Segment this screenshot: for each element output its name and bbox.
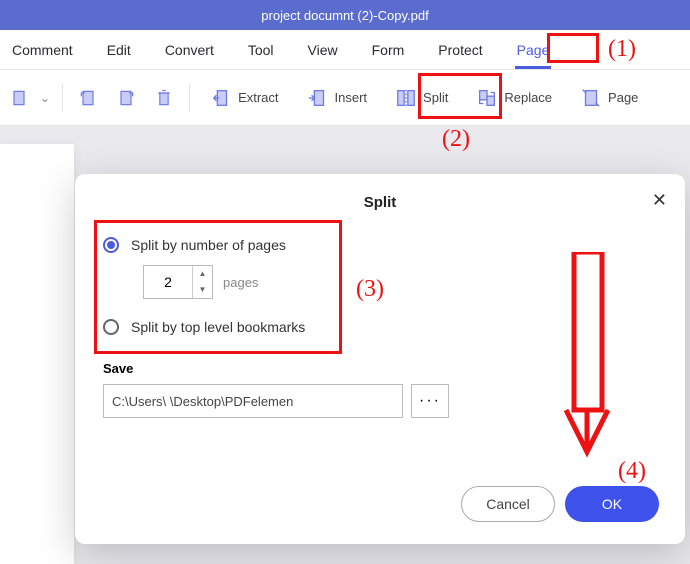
split-label: Split [423, 90, 448, 105]
window-titlebar: project documnt (2)-Copy.pdf [0, 0, 690, 30]
browse-button[interactable]: ··· [411, 384, 449, 418]
split-icon [395, 87, 417, 109]
tab-tool[interactable]: Tool [246, 32, 276, 68]
page-size-button[interactable]: Page [572, 81, 646, 115]
page-toolbar: ⌄ Extract Insert Split Replace [0, 70, 690, 126]
stepper-down[interactable]: ▼ [193, 282, 212, 298]
extract-icon [210, 87, 232, 109]
split-dialog: Split ✕ Split by number of pages 2 ▲ ▼ p… [75, 174, 685, 544]
stepper-up[interactable]: ▲ [193, 266, 212, 282]
ok-button[interactable]: OK [565, 486, 659, 522]
tab-form[interactable]: Form [370, 32, 407, 68]
tab-page[interactable]: Page [515, 32, 552, 68]
rotate-left-button[interactable] [75, 85, 101, 111]
cancel-button[interactable]: Cancel [461, 486, 555, 522]
tab-protect[interactable]: Protect [436, 32, 484, 68]
delete-page-button[interactable] [151, 85, 177, 111]
save-section-label: Save [103, 361, 657, 376]
tab-comment[interactable]: Comment [10, 32, 75, 68]
page-size-icon [580, 87, 602, 109]
chevron-down-icon[interactable]: ⌄ [40, 91, 50, 105]
option-split-by-pages[interactable]: Split by number of pages [103, 237, 657, 253]
save-path-field[interactable]: C:\Users\ \Desktop\PDFelemen [103, 384, 403, 418]
page-size-label: Page [608, 90, 638, 105]
page-preview [0, 144, 74, 564]
option-split-by-bookmarks-label: Split by top level bookmarks [131, 319, 305, 335]
replace-button[interactable]: Replace [468, 81, 560, 115]
insert-button[interactable]: Insert [299, 81, 376, 115]
replace-label: Replace [504, 90, 552, 105]
tab-edit[interactable]: Edit [105, 32, 133, 68]
separator [189, 84, 190, 112]
split-button[interactable]: Split [387, 81, 456, 115]
option-split-by-pages-label: Split by number of pages [131, 237, 286, 253]
close-button[interactable]: ✕ [652, 190, 667, 211]
extract-button[interactable]: Extract [202, 81, 286, 115]
extract-label: Extract [238, 90, 278, 105]
ribbon-tabs: Comment Edit Convert Tool View Form Prot… [0, 30, 690, 70]
separator [62, 84, 63, 112]
insert-label: Insert [335, 90, 368, 105]
radio-selected-icon [103, 237, 119, 253]
pages-count-value: 2 [144, 274, 192, 290]
pages-count-stepper[interactable]: 2 ▲ ▼ [143, 265, 213, 299]
insert-icon [307, 87, 329, 109]
rotate-right-button[interactable] [113, 85, 139, 111]
document-title: project documnt (2)-Copy.pdf [261, 8, 428, 23]
tab-view[interactable]: View [306, 32, 340, 68]
replace-icon [476, 87, 498, 109]
dialog-title: Split [103, 194, 657, 211]
radio-unselected-icon [103, 319, 119, 335]
pages-unit-label: pages [223, 275, 258, 290]
page-box-dropdown[interactable] [6, 85, 32, 111]
option-split-by-bookmarks[interactable]: Split by top level bookmarks [103, 319, 657, 335]
tab-convert[interactable]: Convert [163, 32, 216, 68]
